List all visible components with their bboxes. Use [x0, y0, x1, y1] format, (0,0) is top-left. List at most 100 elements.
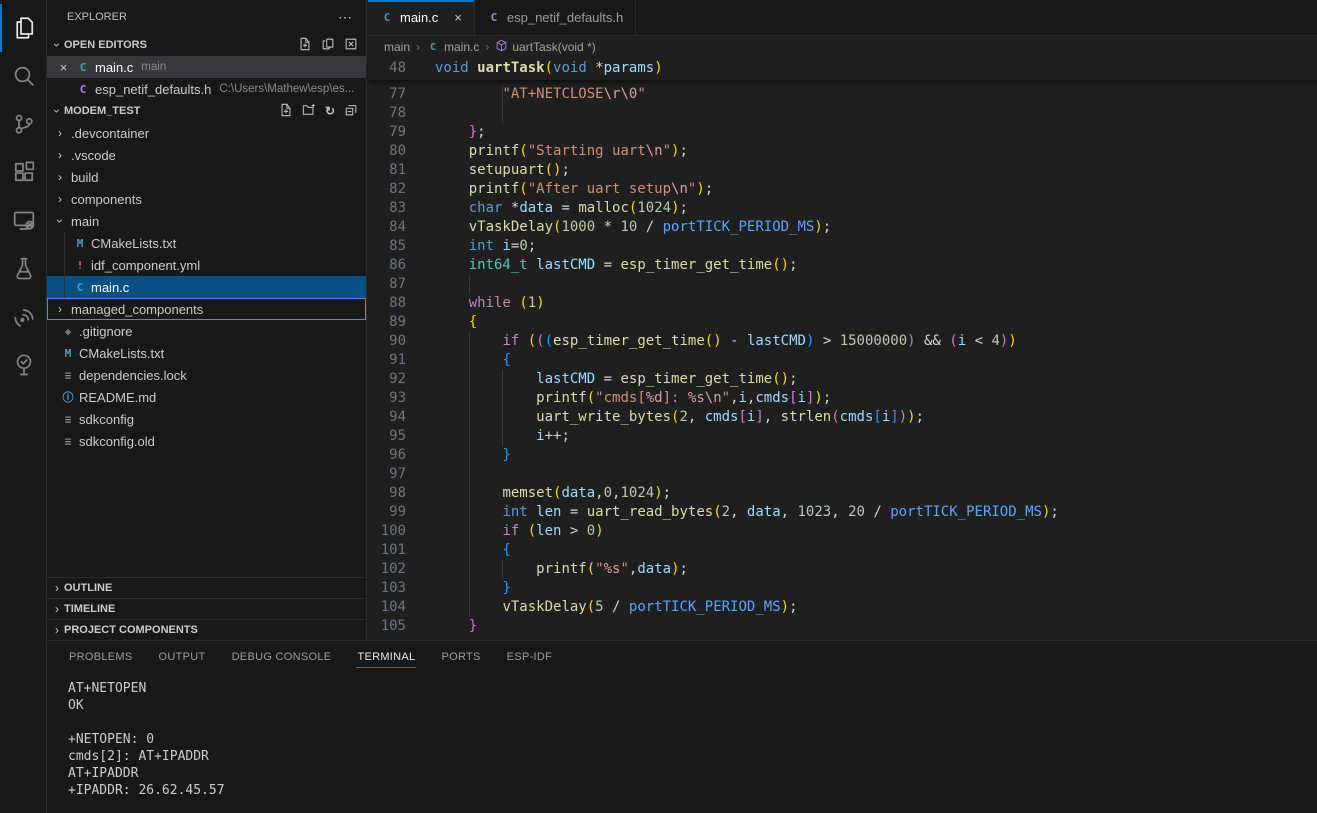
- code-line[interactable]: 98 memset(data,0,1024);: [368, 484, 1317, 503]
- panel-tab-ports[interactable]: PORTS: [428, 641, 493, 671]
- tree-folder-vscode[interactable]: ›.vscode: [47, 144, 366, 166]
- save-all-icon[interactable]: [321, 37, 335, 54]
- breadcrumb-item[interactable]: main: [384, 40, 410, 54]
- indent-guide: [469, 579, 470, 598]
- c_blue-file-icon: C: [73, 281, 87, 294]
- code-line[interactable]: 99 int len = uart_read_bytes(2, data, 10…: [368, 503, 1317, 522]
- code-line[interactable]: 84 vTaskDelay(1000 * 10 / portTICK_PERIO…: [368, 218, 1317, 237]
- indent-guide: [64, 254, 65, 276]
- open-editors-header[interactable]: › OPEN EDITORS: [47, 34, 366, 56]
- tree-file-main-c[interactable]: Cmain.c: [47, 276, 366, 298]
- code-line[interactable]: 100 if (len > 0): [368, 522, 1317, 541]
- more-actions-icon[interactable]: ⋯: [338, 9, 352, 26]
- tree-folder-build[interactable]: ›build: [47, 166, 366, 188]
- open-editor-item-main-c[interactable]: × C main.c main: [47, 56, 366, 78]
- tab-esp-netif-defaults-h[interactable]: Cesp_netif_defaults.h: [475, 0, 636, 35]
- open-editors-label: OPEN EDITORS: [64, 39, 147, 51]
- code-line[interactable]: 86 int64_t lastCMD = esp_timer_get_time(…: [368, 256, 1317, 275]
- code-line[interactable]: 95 i++;: [368, 427, 1317, 446]
- sticky-scroll-line[interactable]: 48void uartTask(void *params): [368, 58, 1317, 80]
- workspace-header[interactable]: › MODEM_TEST ↻: [47, 100, 366, 122]
- activity-source-control-icon[interactable]: [0, 100, 46, 148]
- tree-file-cmakelists-txt[interactable]: MCMakeLists.txt: [47, 342, 366, 364]
- code-line[interactable]: 89 {: [368, 313, 1317, 332]
- tree-file-dependencies-lock[interactable]: ≡dependencies.lock: [47, 364, 366, 386]
- activity-remote-explorer-icon[interactable]: [0, 196, 46, 244]
- code-line[interactable]: 91 {: [368, 351, 1317, 370]
- yml-file-icon: !: [73, 259, 87, 272]
- code-line[interactable]: 105 }: [368, 617, 1317, 636]
- code-line[interactable]: 90 if (((esp_timer_get_time() - lastCMD)…: [368, 332, 1317, 351]
- tree-file-sdkconfig[interactable]: ≡sdkconfig: [47, 408, 366, 430]
- activity-espressif-icon[interactable]: [0, 292, 46, 340]
- panel-tab-esp-idf[interactable]: ESP-IDF: [494, 641, 566, 671]
- activity-bar: [0, 0, 47, 813]
- code-line[interactable]: 87: [368, 275, 1317, 294]
- refresh-icon[interactable]: ↻: [325, 104, 335, 118]
- tree-folder-components[interactable]: ›components: [47, 188, 366, 210]
- section-timeline[interactable]: ›TIMELINE: [47, 598, 366, 619]
- breadcrumb-item[interactable]: main.c: [444, 40, 479, 54]
- close-icon[interactable]: ×: [454, 10, 462, 25]
- tree-file-sdkconfig-old[interactable]: ≡sdkconfig.old: [47, 430, 366, 452]
- code-line[interactable]: 80 printf("Starting uart\n");: [368, 142, 1317, 161]
- code-line[interactable]: 82 printf("After uart setup\n");: [368, 180, 1317, 199]
- activity-explorer-icon[interactable]: [0, 4, 46, 52]
- code-line[interactable]: 78: [368, 104, 1317, 123]
- code-viewport[interactable]: 77 "AT+NETCLOSE\r\0"7879 };80 printf("St…: [368, 80, 1317, 636]
- code-line[interactable]: 83 char *data = malloc(1024);: [368, 199, 1317, 218]
- code-text: i++;: [414, 427, 1317, 446]
- code-line[interactable]: 103 }: [368, 579, 1317, 598]
- sidebar-bottom-sections: ›OUTLINE›TIMELINE›PROJECT COMPONENTS: [47, 577, 366, 640]
- terminal-line: cmds[2]: AT+IPADDR: [68, 748, 1317, 765]
- terminal-line: OK: [68, 697, 1317, 714]
- code-line[interactable]: 101 {: [368, 541, 1317, 560]
- code-line[interactable]: 104 vTaskDelay(5 / portTICK_PERIOD_MS);: [368, 598, 1317, 617]
- activity-testing-icon[interactable]: [0, 244, 46, 292]
- tab-main-c[interactable]: Cmain.c×: [368, 0, 475, 35]
- terminal-output[interactable]: AT+NETOPENOK +NETOPEN: 0cmds[2]: AT+IPAD…: [47, 671, 1317, 799]
- indent-guide: [502, 85, 503, 104]
- tree-item-label: build: [71, 170, 98, 185]
- tree-file-readme-md[interactable]: ⓘREADME.md: [47, 386, 366, 408]
- open-editor-item-esp-netif-defaults-h[interactable]: C esp_netif_defaults.h C:\Users\Mathew\e…: [47, 78, 366, 100]
- close-all-icon[interactable]: [344, 37, 358, 54]
- activity-extensions-icon[interactable]: [0, 148, 46, 196]
- code-line[interactable]: 97: [368, 465, 1317, 484]
- close-icon[interactable]: ×: [56, 60, 71, 75]
- activity-project-components-icon[interactable]: [0, 340, 46, 388]
- code-line[interactable]: 85 int i=0;: [368, 237, 1317, 256]
- panel-tab-output[interactable]: OUTPUT: [146, 641, 219, 671]
- panel-tab-problems[interactable]: PROBLEMS: [56, 641, 146, 671]
- new-file-icon[interactable]: [279, 103, 293, 120]
- activity-search-icon[interactable]: [0, 52, 46, 100]
- code-line[interactable]: 79 };: [368, 123, 1317, 142]
- new-file-icon[interactable]: [298, 37, 312, 54]
- panel-tab-debug-console[interactable]: DEBUG CONSOLE: [219, 641, 345, 671]
- tree-file-cmakelists-txt[interactable]: MCMakeLists.txt: [47, 232, 366, 254]
- tree-file-gitignore[interactable]: ◈.gitignore: [47, 320, 366, 342]
- code-line[interactable]: 77 "AT+NETCLOSE\r\0": [368, 85, 1317, 104]
- code-line[interactable]: 92 lastCMD = esp_timer_get_time();: [368, 370, 1317, 389]
- code-line[interactable]: 48void uartTask(void *params): [368, 59, 1317, 78]
- code-line[interactable]: 88 while (1): [368, 294, 1317, 313]
- panel-tab-terminal[interactable]: TERMINAL: [344, 641, 428, 671]
- line-number: 87: [368, 275, 414, 294]
- section-outline[interactable]: ›OUTLINE: [47, 577, 366, 598]
- collapse-all-icon[interactable]: [344, 103, 358, 120]
- tree-folder-managed-components[interactable]: ›managed_components: [47, 298, 366, 320]
- line-number: 89: [368, 313, 414, 332]
- code-line[interactable]: 94 uart_write_bytes(2, cmds[i], strlen(c…: [368, 408, 1317, 427]
- code-line[interactable]: 96 }: [368, 446, 1317, 465]
- new-folder-icon[interactable]: [302, 103, 316, 120]
- code-line[interactable]: 102 printf("%s",data);: [368, 560, 1317, 579]
- section-project-components[interactable]: ›PROJECT COMPONENTS: [47, 619, 366, 640]
- code-text: int64_t lastCMD = esp_timer_get_time();: [414, 256, 1317, 275]
- code-line[interactable]: 93 printf("cmds[%d]: %s\n",i,cmds[i]);: [368, 389, 1317, 408]
- breadcrumb-item[interactable]: uartTask(void *): [512, 40, 595, 54]
- tree-folder-main[interactable]: ›main: [47, 210, 366, 232]
- breadcrumb[interactable]: main›Cmain.c›uartTask(void *): [368, 36, 1317, 58]
- code-line[interactable]: 81 setupuart();: [368, 161, 1317, 180]
- tree-folder-devcontainer[interactable]: ›.devcontainer: [47, 122, 366, 144]
- tree-file-idf-component-yml[interactable]: !idf_component.yml: [47, 254, 366, 276]
